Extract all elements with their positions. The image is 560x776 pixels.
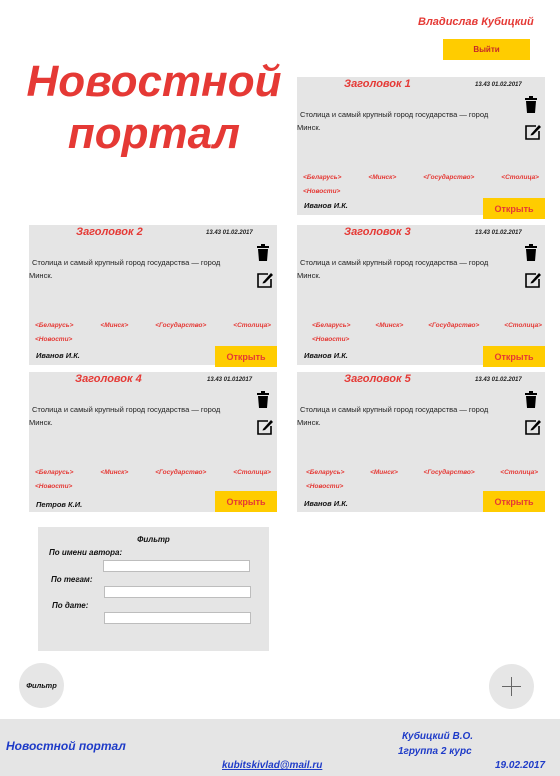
news-title: Заголовок 4 [75, 373, 142, 385]
tag[interactable]: <Государство> [155, 466, 206, 480]
news-author: Иванов И.К. [36, 351, 80, 360]
open-button[interactable]: Открыть [483, 198, 545, 219]
filter-title: Фильтр [137, 535, 170, 544]
footer-email-link[interactable]: kubitskivlad@mail.ru [222, 760, 322, 771]
news-title: Заголовок 5 [344, 373, 411, 385]
edit-icon[interactable] [524, 123, 542, 141]
filter-author-label: По имени автора: [49, 548, 123, 557]
news-author: Иванов И.К. [304, 351, 348, 360]
news-text: Столица и самый крупный город государств… [297, 258, 489, 280]
tag[interactable]: <Беларусь> [303, 171, 341, 185]
news-author: Петров К.И. [36, 500, 83, 509]
news-text: Столица и самый крупный город государств… [29, 258, 221, 280]
tag[interactable]: <Государство> [423, 171, 474, 185]
filter-date-input[interactable] [104, 612, 251, 624]
tag-list: <Беларусь> <Минск> <Государство> <Столиц… [35, 319, 271, 346]
footer: Новостной портал Кубицкий В.О. 1группа 2… [0, 719, 560, 776]
trash-icon[interactable] [256, 391, 270, 408]
tag[interactable]: <Беларусь> [35, 319, 73, 333]
footer-group: 1группа 2 курс [398, 746, 472, 757]
news-text: Столица и самый крупный город государств… [297, 405, 489, 427]
filter-author-input[interactable] [103, 560, 250, 572]
edit-icon[interactable] [256, 271, 274, 289]
news-text: Столица и самый крупный город государств… [29, 405, 221, 427]
news-text: Столица и самый крупный город государств… [297, 110, 489, 132]
news-date: 13.43 01.02.2017 [206, 230, 253, 236]
trash-icon[interactable] [256, 244, 270, 261]
footer-brand: Новостной портал [6, 739, 126, 753]
news-date: 13.43 01.02.2017 [475, 82, 522, 88]
news-card: Заголовок 2 13.43 01.02.2017 Столица и с… [29, 225, 277, 367]
filter-toggle-button[interactable]: Фильтр [19, 663, 64, 708]
tag[interactable]: <Минск> [100, 466, 128, 480]
news-author: Иванов И.К. [304, 499, 348, 508]
tag[interactable]: <Столица> [500, 466, 538, 480]
current-user-name: Владислав Кубицкий [418, 16, 534, 28]
tag[interactable]: <Беларусь> [35, 466, 73, 480]
tag-list: <Беларусь> <Минск> <Государство> <Столиц… [35, 466, 271, 493]
tag-list: <Беларусь> <Минск> <Государство> <Столиц… [312, 319, 542, 346]
news-title: Заголовок 3 [344, 226, 411, 238]
filter-tags-input[interactable] [104, 586, 251, 598]
tag-list: <Беларусь> <Минск> <Государство> <Столиц… [303, 171, 539, 198]
tag[interactable]: <Государство> [424, 466, 475, 480]
tag[interactable]: <Столица> [504, 319, 542, 333]
news-card: Заголовок 1 13.43 01.02.2017 Столица и с… [297, 77, 545, 219]
filter-date-label: По дате: [52, 601, 89, 610]
news-card: Заголовок 3 13.43 01.02.2017 Столица и с… [297, 225, 545, 367]
tag[interactable]: <Беларусь> [306, 466, 344, 480]
tag[interactable]: <Новости> [35, 333, 271, 347]
news-date: 13.43 01.02.2017 [475, 377, 522, 383]
news-card: Заголовок 4 13.43 01.012017 Столица и са… [29, 372, 277, 512]
site-title: Новостной портал [26, 57, 282, 158]
news-author: Иванов И.К. [304, 201, 348, 210]
open-button[interactable]: Открыть [483, 346, 545, 367]
edit-icon[interactable] [524, 418, 542, 436]
news-title: Заголовок 2 [76, 226, 143, 238]
footer-date: 19.02.2017 [495, 760, 546, 771]
tag[interactable]: <Беларусь> [312, 319, 350, 333]
tag[interactable]: <Минск> [100, 319, 128, 333]
filter-panel: Фильтр По имени автора: По тегам: По дат… [38, 527, 269, 651]
tag[interactable]: <Столица> [501, 171, 539, 185]
tag[interactable]: <Государство> [155, 319, 206, 333]
open-button[interactable]: Открыть [215, 346, 277, 367]
tag[interactable]: <Государство> [428, 319, 479, 333]
plus-icon [502, 677, 521, 696]
open-button[interactable]: Открыть [483, 491, 545, 512]
tag[interactable]: <Новости> [303, 185, 539, 199]
edit-icon[interactable] [256, 418, 274, 436]
footer-author-name: Кубицкий В.О. [402, 731, 474, 742]
logout-button[interactable]: Выйти [443, 39, 530, 60]
news-card: Заголовок 5 13.43 01.02.2017 Столица и с… [297, 372, 545, 512]
tag[interactable]: <Столица> [233, 319, 271, 333]
tag-list: <Беларусь> <Минск> <Государство> <Столиц… [306, 466, 538, 493]
tag[interactable]: <Столица> [233, 466, 271, 480]
tag[interactable]: <Новости> [312, 333, 542, 347]
edit-icon[interactable] [524, 271, 542, 289]
tag[interactable]: <Минск> [370, 466, 398, 480]
news-title: Заголовок 1 [344, 78, 411, 90]
open-button[interactable]: Открыть [215, 491, 277, 512]
trash-icon[interactable] [524, 96, 538, 113]
trash-icon[interactable] [524, 244, 538, 261]
filter-tags-label: По тегам: [51, 575, 93, 584]
add-news-button[interactable] [489, 664, 534, 709]
tag[interactable]: <Минск> [375, 319, 403, 333]
news-date: 13.43 01.012017 [207, 377, 253, 383]
trash-icon[interactable] [524, 391, 538, 408]
news-date: 13.43 01.02.2017 [475, 230, 522, 236]
tag[interactable]: <Минск> [368, 171, 396, 185]
